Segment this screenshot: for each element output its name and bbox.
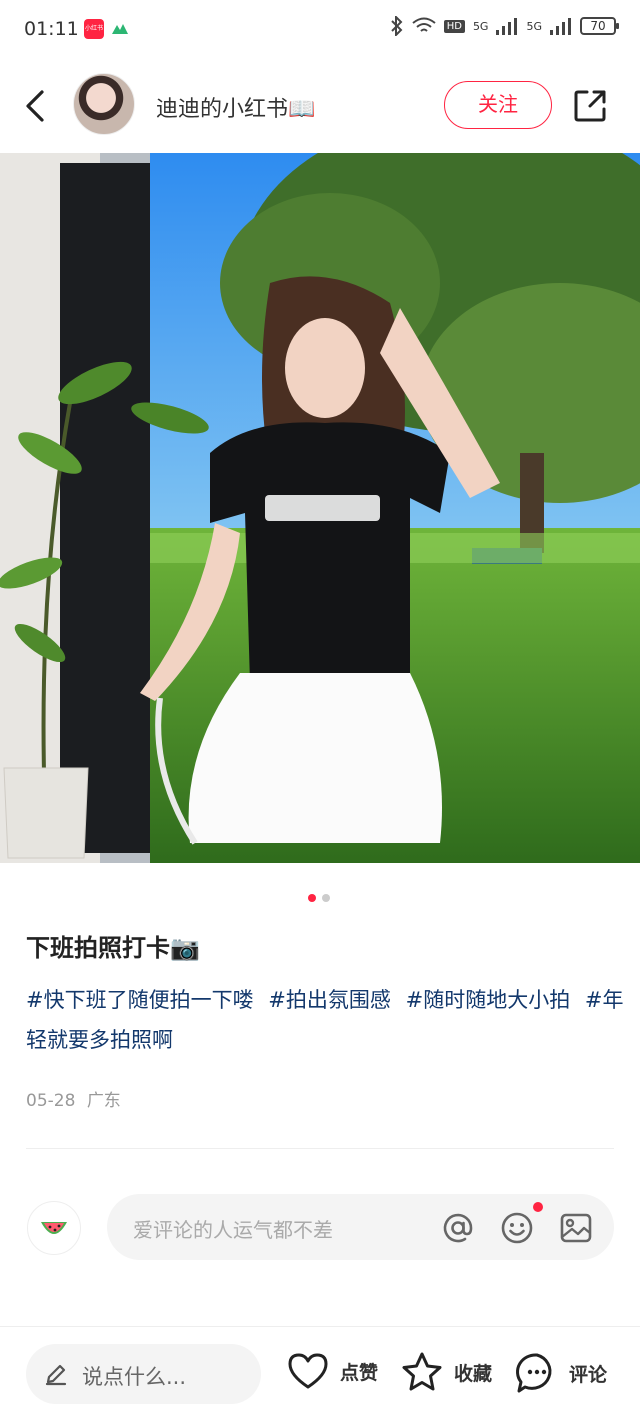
note-title: 下班拍照打卡📷 <box>26 934 200 962</box>
my-avatar[interactable] <box>27 1201 81 1255</box>
emoji-icon[interactable] <box>500 1211 534 1245</box>
note-photo[interactable] <box>0 153 640 863</box>
wifi-icon <box>412 17 436 32</box>
xiaohongshu-app-icon: 小红书 <box>84 19 104 39</box>
signal-icon <box>496 18 518 35</box>
say-something-placeholder: 说点什么... <box>82 1365 187 1389</box>
say-something-input[interactable]: 说点什么... <box>26 1344 261 1404</box>
network-5g-label-2: 5G <box>526 19 542 33</box>
author-avatar[interactable] <box>73 73 135 135</box>
divider <box>26 1148 614 1149</box>
comment-label: 评论 <box>569 1363 608 1386</box>
comment-button[interactable]: 评论 <box>515 1351 607 1395</box>
gallery-page-indicator <box>308 894 330 902</box>
status-icons: HD 5G 5G 70 <box>390 16 619 36</box>
bottom-action-bar: 说点什么... 点赞 收藏 评论 <box>0 1326 640 1422</box>
hashtag[interactable]: #快下班了随便拍一下喽 <box>26 988 254 1012</box>
back-arrow-icon[interactable] <box>22 86 52 126</box>
network-5g-label: 5G <box>472 19 489 33</box>
collect-button[interactable]: 收藏 <box>400 1351 492 1393</box>
hashtag[interactable]: #随时随地大小拍 <box>406 988 571 1012</box>
post-meta: 05-28 广东 <box>26 1086 121 1111</box>
photo-illustration <box>0 153 640 863</box>
page-dot <box>322 894 330 902</box>
status-time: 01:11 <box>24 18 79 40</box>
author-name[interactable]: 迪迪的小红书📖 <box>156 91 315 123</box>
battery-indicator: 70 <box>580 17 619 35</box>
comment-input[interactable]: 爱评论的人运气都不差 <box>107 1194 614 1260</box>
share-icon[interactable] <box>572 88 608 124</box>
mention-icon[interactable] <box>441 1211 475 1245</box>
emoji-notification-dot <box>533 1202 543 1212</box>
like-button[interactable]: 点赞 <box>286 1351 378 1391</box>
comment-bubble-icon <box>516 1353 552 1393</box>
signal-icon-2 <box>550 18 571 35</box>
status-bar: 01:11 小红书 HD 5G 5G 70 <box>0 0 640 58</box>
star-icon <box>402 1352 442 1391</box>
comment-placeholder: 爱评论的人运气都不差 <box>133 1218 333 1242</box>
note-header: 迪迪的小红书📖 关注 <box>0 60 640 150</box>
page-dot-active <box>308 894 316 902</box>
hd-badge: HD <box>443 19 465 33</box>
bluetooth-icon <box>390 16 403 36</box>
hashtag-list: #快下班了随便拍一下喽 #拍出氛围感 #随时随地大小拍 #年轻就要多拍照啊 <box>26 980 626 1060</box>
post-date: 05-28 <box>26 1091 76 1111</box>
image-icon[interactable] <box>559 1211 593 1245</box>
watermelon-icon <box>41 1222 67 1234</box>
pencil-icon <box>45 1364 67 1386</box>
heart-icon <box>288 1353 328 1389</box>
collect-label: 收藏 <box>454 1362 493 1385</box>
hashtag[interactable]: #拍出氛围感 <box>268 988 391 1012</box>
note-detail-page: 01:11 小红书 HD 5G 5G 70 迪迪的小红书📖 关注 下班拍照打卡📷… <box>0 0 640 1422</box>
like-label: 点赞 <box>340 1361 379 1384</box>
post-location: 广东 <box>86 1091 121 1111</box>
mountain-icon <box>112 24 128 34</box>
follow-button[interactable]: 关注 <box>444 81 552 129</box>
